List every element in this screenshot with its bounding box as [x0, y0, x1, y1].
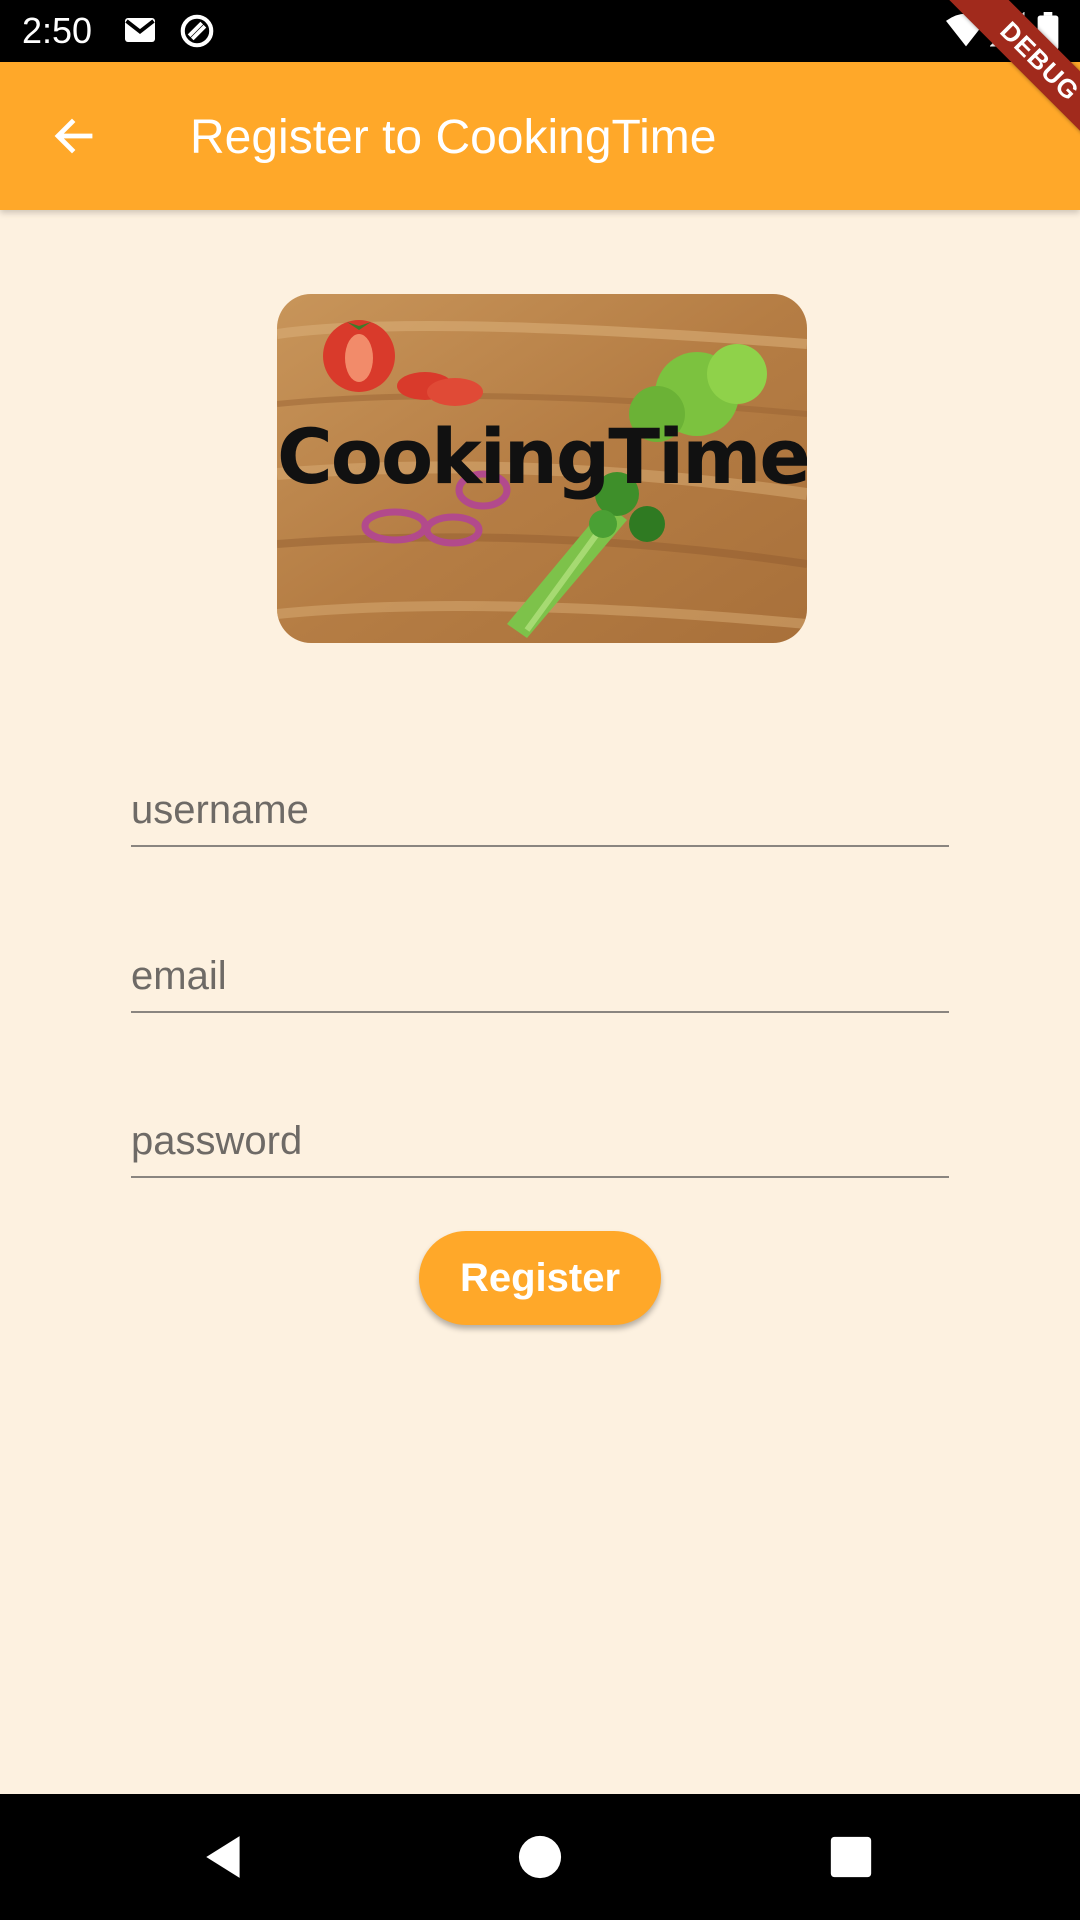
username-field[interactable] [131, 745, 949, 847]
username-input[interactable] [131, 788, 949, 833]
battery-icon [1036, 12, 1060, 55]
nav-recents-button[interactable] [818, 1824, 884, 1890]
nav-back-icon [206, 1836, 240, 1878]
tomato-icon [323, 320, 395, 392]
app-logo: CookingTime [277, 294, 807, 643]
navigation-bar [0, 1794, 1080, 1920]
email-input[interactable] [131, 954, 949, 999]
nav-recents-icon [830, 1836, 872, 1878]
register-button[interactable]: Register [419, 1231, 661, 1325]
status-time: 2:50 [22, 10, 93, 51]
wifi-icon [944, 10, 988, 55]
sync-icon [178, 12, 216, 55]
logo-text: CookingTime [277, 412, 807, 501]
password-input[interactable] [131, 1119, 949, 1164]
gmail-icon [122, 12, 158, 53]
signal-icon [989, 11, 1026, 53]
nav-home-button[interactable] [507, 1824, 573, 1890]
arrow-back-icon [54, 118, 93, 154]
nav-back-button[interactable] [192, 1824, 258, 1890]
page-title: Register to CookingTime [190, 111, 717, 164]
password-field[interactable] [131, 1076, 949, 1178]
status-bar: 2:50 [0, 0, 1080, 62]
app-bar: Register to CookingTime [0, 62, 1080, 210]
email-field[interactable] [131, 911, 949, 1013]
back-button[interactable] [36, 98, 112, 174]
nav-home-icon [518, 1835, 562, 1879]
